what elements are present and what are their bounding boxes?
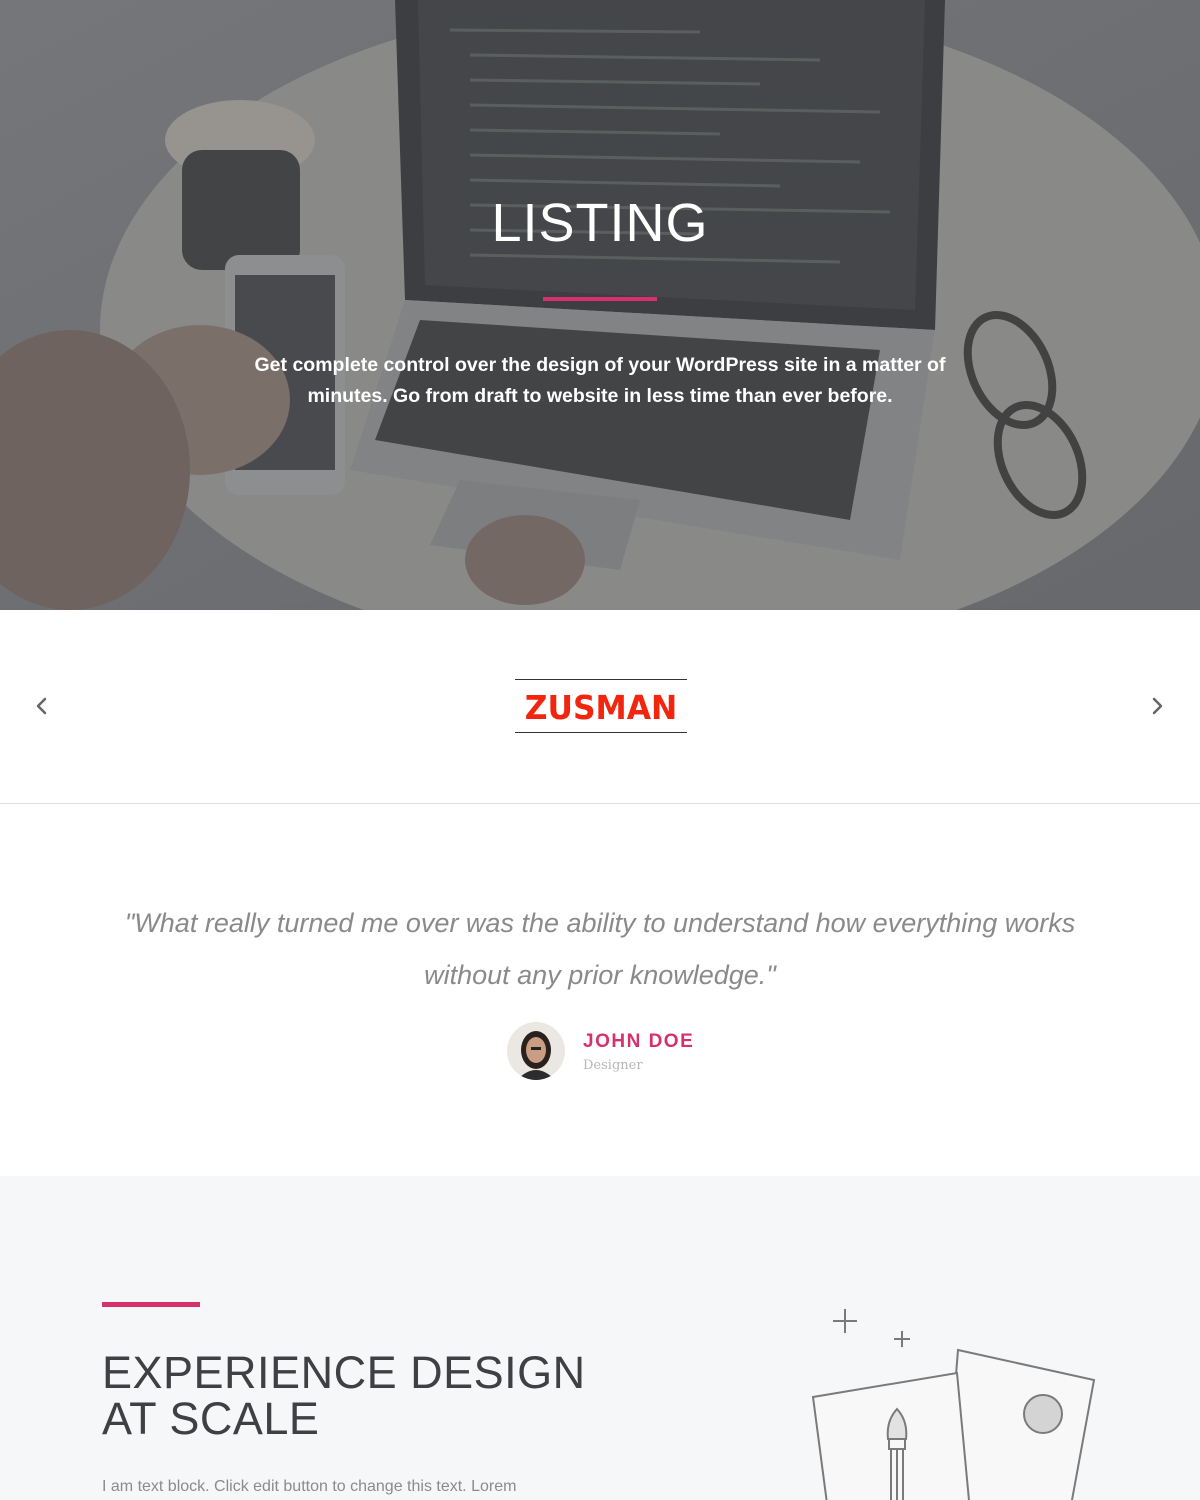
feature-divider [102,1302,200,1307]
client-logo: ZUSMAN [515,679,687,733]
feature-title-line1: EXPERIENCE DESIGN [102,1347,586,1398]
testimonial-author-name: JOHN DOE [583,1031,695,1052]
hero-title: LISTING [491,193,709,253]
design-cards-illustration-icon [811,1309,1096,1500]
avatar [507,1022,565,1080]
client-logo-text: ZUSMAN [524,688,678,727]
testimonial-section: "What really turned me over was the abil… [0,804,1200,1176]
hero-description: Get complete control over the design of … [254,354,946,407]
feature-title-line2: AT SCALE [102,1393,320,1444]
chevron-right-icon [1152,697,1163,715]
feature-section: EXPERIENCE DESIGN AT SCALE I am text blo… [0,1176,1200,1500]
slider-next-button[interactable] [1145,694,1169,718]
hero-overlay [0,0,1200,610]
testimonial-quote: "What really turned me over was the abil… [124,908,1076,990]
testimonial-author-role: Designer [583,1058,643,1073]
chevron-left-icon [36,697,47,715]
logo-slider: ZUSMAN [0,610,1200,804]
hero-section: LISTING Get complete control over the de… [0,0,1200,610]
hero-divider [543,297,657,301]
feature-text: I am text block. Click edit button to ch… [102,1478,517,1495]
slider-prev-button[interactable] [30,694,54,718]
feature-title: EXPERIENCE DESIGN AT SCALE [102,1350,586,1442]
